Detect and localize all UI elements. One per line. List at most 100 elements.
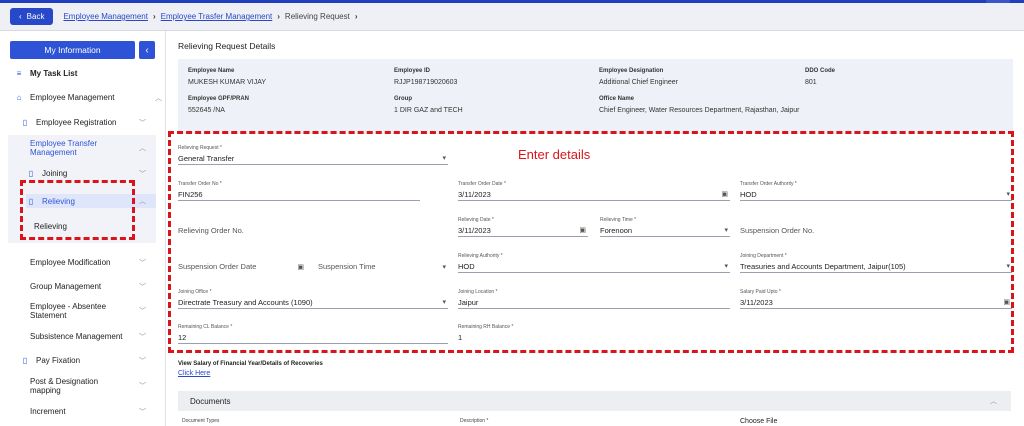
chevron-up-icon: ︿ (139, 144, 146, 152)
annotation-enter-details: Enter details (518, 147, 591, 162)
field-label: Relieving Time * (600, 217, 637, 223)
page-title: Relieving Request Details (178, 41, 276, 51)
sidebar-item-increment[interactable]: Increment ﹀ (30, 407, 156, 416)
sidebar-item-pay-fixation[interactable]: ▯ Pay Fixation ﹀ (20, 356, 156, 365)
sidebar-item-label: Pay Fixation (36, 356, 81, 365)
remaining-rh-balance-field[interactable]: Remaining RH Balance * 1 (458, 324, 730, 344)
caret-down-icon: ▾ (442, 155, 446, 162)
sidebar-item-joining[interactable]: ▯ Joining ﹀ (26, 169, 156, 178)
sidebar-item-post-designation-mapping[interactable]: Post & Designation mapping ﹀ (30, 377, 156, 395)
calendar-icon[interactable]: ▣ (579, 226, 586, 234)
caret-down-icon: ▾ (724, 227, 728, 234)
joining-department-field[interactable]: Joining Department * Treasuries and Acco… (740, 253, 1012, 273)
caret-down-icon: ▾ (1006, 263, 1010, 270)
calendar-icon[interactable]: ▣ (1003, 298, 1010, 306)
sidebar-item-absentee-statement[interactable]: Employee - Absentee Statement ﹀ (30, 302, 156, 320)
field-value: Forenoon (600, 225, 633, 235)
field-value: 3/11/2023 (458, 225, 491, 235)
chevron-up-icon: ︿ (155, 94, 162, 102)
documents-title: Documents (190, 396, 231, 406)
field-label: Joining Department * (740, 253, 787, 259)
joining-location-field[interactable]: Joining Location * Jaipur (458, 289, 730, 309)
field-value: 3/11/2023 (740, 297, 773, 307)
suspension-time-field[interactable]: Suspension Time ▾ (318, 260, 448, 273)
breadcrumb-separator-icon: › (354, 12, 358, 21)
employee-gpf-value: 552645 /NA (188, 107, 225, 114)
sidebar-item-label: Subsistence Management (30, 332, 123, 341)
suspension-order-date-field[interactable]: Suspension Order Date ▣ (178, 260, 306, 273)
list-icon: ≡ (16, 69, 22, 78)
sidebar-item-my-task-list[interactable]: ≡ My Task List (14, 69, 172, 78)
sidebar-item-employee-registration[interactable]: ▯ Employee Registration ﹀ (20, 118, 156, 127)
employee-id-label: Employee ID (394, 68, 431, 74)
caret-down-icon: ▾ (724, 263, 728, 270)
employee-id-value: RJJP198719020603 (394, 79, 458, 86)
breadcrumb-separator-icon: › (277, 12, 280, 21)
sidebar-item-subsistence-management[interactable]: Subsistence Management ﹀ (30, 332, 156, 341)
field-label: Relieving Request * (178, 145, 222, 151)
remaining-cl-balance-field[interactable]: Remaining CL Balance * 12 (178, 324, 448, 344)
chevron-left-icon: ‹ (19, 12, 22, 21)
salary-details-text: View Salary of Financial Year/Details of… (178, 361, 323, 367)
sidebar-item-employee-modification[interactable]: Employee Modification ﹀ (30, 258, 156, 267)
relieving-time-field[interactable]: Relieving Time * Forenoon ▾ (600, 217, 730, 237)
sidebar-item-label: Group Management (30, 282, 102, 291)
field-label: Joining Office * (178, 289, 212, 295)
choose-file-button[interactable]: Choose File (740, 418, 777, 425)
field-value: HOD (740, 189, 757, 199)
chevron-down-icon: ﹀ (139, 307, 146, 315)
sidebar-item-group-management[interactable]: Group Management ﹀ (30, 282, 156, 291)
field-value: HOD (458, 261, 475, 271)
field-value: Treasuries and Accounts Department, Jaip… (740, 261, 906, 271)
document-types-header: Document Types (182, 418, 220, 424)
transfer-order-no-field[interactable]: Transfer Order No * FIN256 (178, 181, 420, 201)
relieving-date-field[interactable]: Relieving Date * 3/11/2023 ▣ (458, 217, 588, 237)
documents-section-header[interactable]: Documents ︿ (178, 391, 1011, 411)
salary-paid-upto-field[interactable]: Salary Paid Upto * 3/11/2023 ▣ (740, 289, 1012, 309)
sidebar-item-label: Employee Management (30, 93, 115, 102)
field-value: General Transfer (178, 153, 235, 163)
breadcrumb-relieving-request: Relieving Request (284, 12, 350, 21)
description-header: Description * (460, 418, 489, 424)
relieving-request-field[interactable]: Relieving Request * General Transfer ▾ (178, 145, 448, 165)
sidebar-item-employee-management[interactable]: ⌂ Employee Management ︿ (14, 93, 172, 102)
sidebar-item-label: Post & Designation mapping (30, 377, 99, 395)
sidebar-collapse-button[interactable]: ‹ (139, 41, 155, 59)
chevron-up-icon: ︿ (990, 398, 997, 405)
employee-name-label: Employee Name (188, 68, 235, 74)
field-value: 12 (178, 332, 187, 342)
chevron-down-icon: ﹀ (139, 382, 146, 390)
transfer-order-authority-field[interactable]: Transfer Order Authority * HOD ▾ (740, 181, 1012, 201)
breadcrumb-transfer-management[interactable]: Employee Trasfer Management (161, 12, 273, 21)
sidebar-item-label: Employee Modification (30, 258, 111, 267)
sidebar-item-label: Employee Transfer Management (30, 139, 98, 157)
field-label: Joining Location * (458, 289, 498, 295)
breadcrumb-separator-icon: › (152, 12, 156, 21)
field-value: Jaipur (458, 297, 479, 307)
relieving-authority-field[interactable]: Relieving Authority * HOD ▾ (458, 253, 730, 273)
sidebar: My Information ‹ ≡ My Task List ⌂ Employ… (0, 31, 166, 426)
relieving-order-no-field[interactable]: Relieving Order No. (178, 224, 440, 237)
field-label: Salary Paid Upto * (740, 289, 781, 295)
chevron-up-icon: ︿ (139, 198, 146, 205)
document-icon: ▯ (22, 356, 28, 365)
joining-office-field[interactable]: Joining Office * Directrate Treasury and… (178, 289, 448, 309)
chevron-down-icon: ﹀ (139, 119, 146, 127)
sidebar-item-label: Employee - Absentee Statement (30, 302, 107, 320)
calendar-icon[interactable]: ▣ (297, 263, 304, 271)
group-label: Group (394, 96, 412, 102)
document-icon: ▯ (22, 118, 28, 127)
calendar-icon[interactable]: ▣ (721, 190, 728, 198)
suspension-order-no-field[interactable]: Suspension Order No. (740, 224, 1012, 237)
transfer-order-date-field[interactable]: Transfer Order Date * 3/11/2023 ▣ (458, 181, 730, 201)
chevron-down-icon: ﹀ (139, 170, 146, 178)
my-information-button[interactable]: My Information (10, 41, 135, 59)
employee-name-value: MUKESH KUMAR VIJAY (188, 79, 267, 86)
sidebar-item-employee-transfer-management[interactable]: Employee Transfer Management ︿ (30, 139, 156, 157)
highlight-box-sidebar (20, 180, 135, 240)
click-here-link[interactable]: Click Here (178, 370, 210, 377)
chevron-down-icon: ﹀ (139, 283, 146, 291)
back-button[interactable]: ‹ Back (10, 8, 54, 25)
field-value: FIN256 (178, 189, 203, 199)
breadcrumb-employee-management[interactable]: Employee Management (63, 12, 148, 21)
